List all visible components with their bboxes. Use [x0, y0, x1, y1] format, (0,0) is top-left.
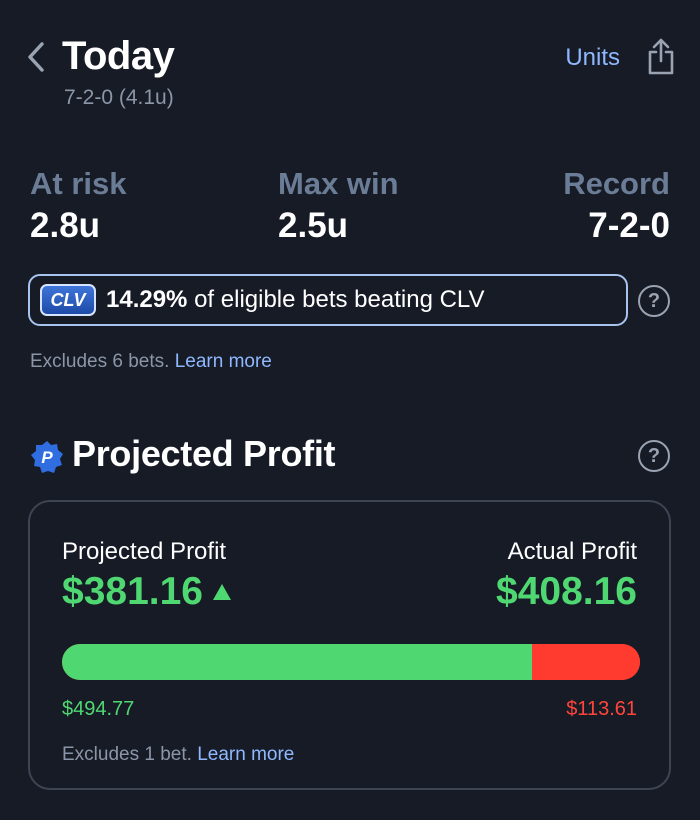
actual-profit-value: $408.16: [496, 570, 637, 613]
stat-value: 2.5u: [278, 206, 349, 245]
bet-summary-screen: Today 7-2-0 (4.1u) Units At risk 2.8u Ma…: [0, 0, 700, 820]
stat-label: Record: [563, 166, 670, 201]
win-amount: $494.77: [62, 698, 135, 720]
up-triangle-icon: [212, 584, 231, 600]
stat-label: At risk: [30, 166, 127, 201]
stat-max-win: Max win 2.5u: [278, 166, 399, 246]
actual-profit-label: Actual Profit: [507, 538, 637, 565]
profit-note-text: Excludes 1 bet.: [62, 744, 192, 765]
profit-exclusion-note: Excludes 1 bet. Learn more: [62, 744, 294, 766]
loss-amount: $113.61: [566, 698, 637, 720]
share-icon[interactable]: [646, 38, 676, 76]
chevron-left-icon[interactable]: [24, 40, 48, 74]
clv-badge-icon: CLV: [40, 284, 96, 316]
clv-percent: 14.29%: [106, 286, 188, 313]
clv-banner[interactable]: CLV 14.29% of eligible bets beating CLV: [28, 274, 628, 326]
clv-summary: 14.29% of eligible bets beating CLV: [106, 286, 485, 314]
profit-split-bar: [62, 644, 640, 680]
projected-help-icon[interactable]: ?: [638, 440, 670, 472]
stat-record: Record 7-2-0: [563, 166, 670, 246]
clv-learn-more-link[interactable]: Learn more: [175, 351, 272, 372]
clv-exclusion-note: Excludes 6 bets. Learn more: [30, 351, 272, 373]
stat-value: 2.8u: [30, 206, 101, 245]
win-segment: [62, 644, 532, 680]
stat-value: 7-2-0: [588, 206, 670, 245]
record-subtitle: 7-2-0 (4.1u): [64, 86, 174, 109]
projected-profit-value: $381.16: [62, 570, 231, 614]
clv-description: of eligible bets beating CLV: [187, 286, 485, 313]
p-badge-icon: P: [31, 441, 63, 473]
loss-segment: [531, 644, 640, 680]
svg-text:P: P: [41, 448, 53, 467]
stat-at-risk: At risk 2.8u: [30, 166, 126, 246]
page-title: Today: [62, 34, 175, 78]
projected-profit-heading: Projected Profit: [72, 433, 336, 474]
clv-note-text: Excludes 6 bets.: [30, 351, 170, 372]
profit-learn-more-link[interactable]: Learn more: [197, 744, 294, 765]
profit-card: Projected Profit Actual Profit $381.16 $…: [28, 500, 671, 790]
stat-label: Max win: [278, 166, 399, 201]
projected-profit-label: Projected Profit: [62, 538, 227, 565]
clv-help-icon[interactable]: ?: [638, 285, 670, 317]
projected-profit-amount: $381.16: [62, 570, 203, 613]
units-button[interactable]: Units: [565, 44, 620, 72]
